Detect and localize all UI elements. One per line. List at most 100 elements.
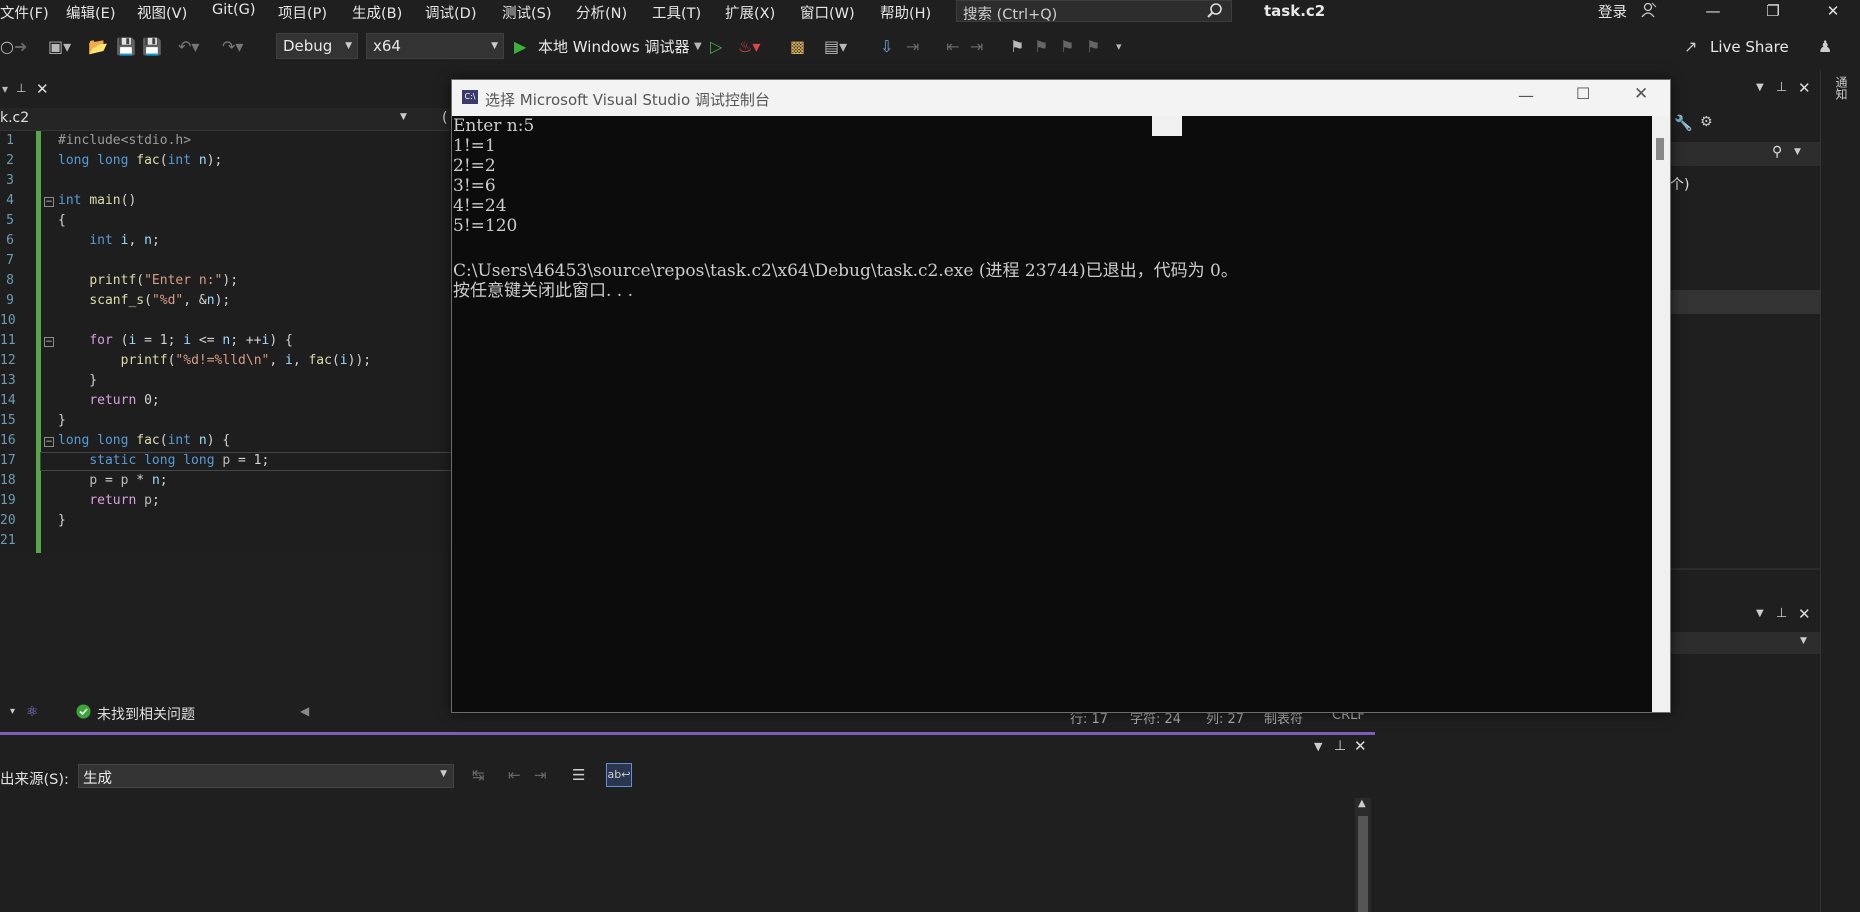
debug-console-window[interactable]: C:\ 选择 Microsoft Visual Studio 调试控制台 — ☐… [451, 79, 1671, 713]
menu-analyze[interactable]: 分析(N) [576, 2, 627, 23]
panel-close-icon[interactable]: ✕ [1798, 79, 1811, 97]
menu-help[interactable]: 帮助(H) [880, 2, 931, 23]
chevron-down-icon[interactable]: ▼ [1756, 82, 1764, 93]
start-without-debug-icon[interactable]: ▷ [710, 35, 722, 59]
menu-extensions[interactable]: 扩展(X) [725, 2, 775, 23]
console-line: 按任意键关闭此窗口. . . [453, 281, 634, 301]
restore-icon[interactable]: ❐ [1750, 0, 1796, 22]
scroll-thumb[interactable] [1358, 816, 1368, 912]
save-icon[interactable]: 💾 [116, 35, 136, 59]
step-over-icon[interactable]: ⇥ [906, 35, 919, 59]
search-box[interactable]: 搜索 (Ctrl+Q) [956, 0, 1232, 23]
nav-scope-partial[interactable]: ( [442, 110, 447, 126]
chevron-down-icon[interactable]: ▾ [10, 706, 15, 717]
indent-icon[interactable]: ⇤ [946, 35, 959, 59]
copilot-icon[interactable]: ⚛ [26, 704, 39, 720]
line-number: 21 [0, 533, 16, 548]
layout-icon[interactable]: ▤▾ [824, 35, 847, 59]
console-scrollbar[interactable] [1652, 116, 1670, 712]
pin-icon[interactable]: ⊥ [1776, 80, 1787, 95]
file-tab[interactable]: k.c2 [0, 110, 29, 126]
console-scroll-thumb[interactable] [1656, 138, 1664, 160]
pin-icon[interactable]: ⊥ [1776, 606, 1787, 621]
tab-dropdown-icon[interactable]: ▾ [2, 82, 8, 96]
code-line: return p; [89, 493, 160, 508]
live-share-button[interactable]: Live Share [1710, 35, 1789, 59]
menu-project[interactable]: 项目(P) [278, 2, 327, 23]
hot-reload-icon[interactable]: ♨▾ [738, 35, 760, 59]
outdent-icon[interactable]: ⇥ [970, 35, 983, 59]
config-select[interactable]: Debug ▼ [276, 33, 358, 59]
chevron-down-icon[interactable]: ▼ [694, 35, 702, 59]
panel-close-icon[interactable]: ✕ [1354, 737, 1367, 755]
find-icon[interactable]: ↹ [472, 766, 485, 784]
fold-icon[interactable]: − [44, 437, 54, 447]
chevron-down-icon[interactable]: ▼ [400, 112, 407, 122]
new-project-icon[interactable]: ▣▾ [48, 35, 71, 59]
menu-edit[interactable]: 编辑(E) [66, 2, 115, 23]
output-source-select[interactable]: 生成 ▼ [78, 764, 454, 788]
close-icon[interactable]: ✕ [1810, 0, 1856, 22]
console-maximize-icon[interactable]: ☐ [1576, 84, 1590, 103]
issues-status[interactable]: 未找到相关问题 [97, 704, 195, 724]
save-all-icon[interactable]: 💾 [142, 35, 162, 59]
console-close-icon[interactable]: ✕ [1634, 84, 1648, 104]
bookmark-icon[interactable]: ⚑ [1010, 35, 1024, 59]
console-minimize-icon[interactable]: — [1518, 86, 1534, 105]
menu-view[interactable]: 视图(V) [137, 2, 187, 23]
menu-git[interactable]: Git(G) [212, 2, 256, 18]
account-icon[interactable] [1640, 1, 1658, 23]
solution-node-text[interactable]: 个) [1670, 174, 1689, 194]
login-link[interactable]: 登录 [1598, 1, 1627, 22]
live-share-icon[interactable]: ↗ [1684, 35, 1697, 59]
redo-icon[interactable]: ↷▾ [222, 35, 243, 59]
minimize-icon[interactable]: — [1690, 0, 1736, 22]
menu-window[interactable]: 窗口(W) [800, 2, 855, 23]
output-scrollbar[interactable]: ▲ [1355, 798, 1371, 912]
tab-close-icon[interactable]: ✕ [36, 80, 49, 98]
menu-test[interactable]: 测试(S) [502, 2, 552, 23]
search-placeholder: 搜索 (Ctrl+Q) [963, 7, 1058, 23]
console-line: 3!=6 [453, 176, 496, 196]
clear-all-icon[interactable]: ☰ [572, 766, 585, 784]
start-debug-icon[interactable]: ▶ [514, 35, 526, 59]
prev-message-icon[interactable]: ⇤ [508, 766, 521, 784]
console-title-bar[interactable]: C:\ 选择 Microsoft Visual Studio 调试控制台 — ☐… [452, 80, 1670, 116]
next-message-icon[interactable]: ⇥ [534, 766, 547, 784]
attach-icon[interactable]: ▩ [790, 35, 805, 59]
bookmark-clear-icon[interactable]: ⚑ [1086, 35, 1100, 59]
toolbar-overflow-icon[interactable]: ▾ [1116, 35, 1122, 59]
menu-build[interactable]: 生成(B) [352, 2, 402, 23]
fold-icon[interactable]: − [44, 337, 54, 347]
open-folder-icon[interactable]: 📂 [88, 35, 108, 59]
scroll-left-icon[interactable]: ◀ [300, 704, 309, 718]
menu-file[interactable]: 文件(F) [0, 2, 49, 23]
platform-select[interactable]: x64 ▼ [366, 33, 504, 59]
settings-icon[interactable]: ⚙ [1700, 114, 1713, 130]
notifications-tab[interactable]: 通知 [1833, 76, 1850, 100]
bookmark-next-icon[interactable]: ⚑ [1060, 35, 1074, 59]
chevron-down-icon[interactable]: ▼ [1314, 740, 1322, 753]
panel-close-icon[interactable]: ✕ [1798, 605, 1811, 623]
bookmark-prev-icon[interactable]: ⚑ [1034, 35, 1048, 59]
undo-icon[interactable]: ↶▾ [178, 35, 199, 59]
debugger-button[interactable]: 本地 Windows 调试器 [538, 35, 690, 59]
chevron-down-icon[interactable]: ▼ [1756, 608, 1764, 619]
fold-icon[interactable]: − [44, 197, 54, 207]
console-output[interactable]: Enter n:5 1!=1 2!=2 3!=6 4!=24 5!=120 C:… [452, 116, 1652, 712]
step-icon[interactable]: ⇩ [880, 35, 893, 59]
selected-row[interactable] [1670, 290, 1820, 314]
scroll-up-icon[interactable]: ▲ [1358, 798, 1366, 809]
solution-search[interactable]: ⚲ ▼ [1670, 142, 1820, 166]
pin-icon[interactable]: ⊥ [1334, 738, 1346, 754]
menu-bar: 文件(F) 编辑(E) 视图(V) Git(G) 项目(P) 生成(B) 调试(… [0, 0, 1860, 23]
word-wrap-icon[interactable]: ab↩ [606, 763, 632, 787]
properties-select[interactable]: ▼ [1670, 632, 1820, 654]
wrench-icon[interactable]: 🔧 [1674, 114, 1693, 132]
menu-tools[interactable]: 工具(T) [652, 2, 701, 23]
feedback-icon[interactable]: ♟ [1818, 35, 1832, 59]
pin-icon[interactable]: ⊥ [16, 81, 26, 95]
forward-icon[interactable]: ➜ [14, 35, 27, 59]
menu-debug[interactable]: 调试(D) [425, 2, 476, 23]
back-icon[interactable]: ○ [0, 35, 14, 59]
